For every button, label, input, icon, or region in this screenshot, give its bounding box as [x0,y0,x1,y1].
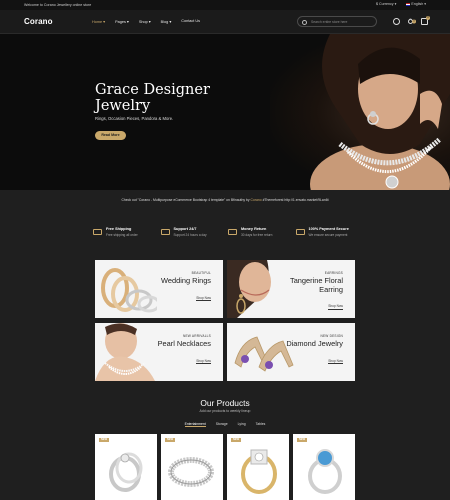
products-section-title: Our Products [200,398,250,408]
support-icon [160,229,170,235]
feature-subtitle: We ensure secure payment [308,233,348,237]
hero-subtitle: Rings, Occasion Pieces, Pandora & More. [95,116,174,121]
nav-item-shop[interactable]: Shop ▾ [139,19,151,24]
features-row: Free Shipping Free shipping all order Su… [90,226,360,246]
shop-now-link[interactable]: Shop Now [196,296,211,302]
user-icon[interactable] [393,18,400,25]
product-card[interactable]: NEW [95,434,157,500]
wishlist-count: 0 [412,19,417,24]
product-image [308,449,342,494]
search-placeholder: Search entire store here [311,20,348,24]
products-section-subtitle: Add our products to weekly lineup [199,409,251,413]
logo[interactable]: Corano [24,17,53,26]
tab-lying[interactable]: Lying [238,422,246,427]
credit-card-icon [295,229,305,235]
product-image [109,452,143,492]
banner-floral-earring[interactable]: EARRINGS Tangerine Floral Earring Shop N… [227,260,355,318]
product-card[interactable]: NEW [227,434,289,500]
nav-item-pages[interactable]: Pages ▾ [115,19,129,24]
header-icons: 0 0 [393,16,430,26]
banner-diamond-jewelry[interactable]: NEW DESIGN Diamond Jewelry Shop Now [227,323,355,381]
top-bar-controls: $ Currency ▾ English ▾ [376,2,426,6]
banner-wedding-rings[interactable]: BEAUTIFUL Wedding Rings Shop Now [95,260,223,318]
nav-item-contact[interactable]: Contact Us [181,19,200,24]
language-selector[interactable]: English ▾ [406,2,426,6]
product-card[interactable]: NEW [293,434,355,500]
new-badge: NEW [165,438,175,442]
truck-icon [93,229,102,235]
banner-eyebrow: NEW DESIGN [320,334,343,338]
banner-eyebrow: NEW ARRIVALLS [182,334,211,338]
tab-storage[interactable]: Storage [216,422,228,427]
banner-title: Tangerine Floral Earring [290,276,343,294]
hero-title: Grace Designer Jewelry [95,82,210,114]
product-tabs: Entertainment Storage Lying Tables [0,422,450,427]
read-more-button[interactable]: Read More [95,131,126,140]
product-image [168,457,214,487]
tab-tables[interactable]: Tables [256,422,266,427]
wishlist-icon[interactable]: 0 [406,17,417,26]
top-bar: Welcome to Corano Jewellery online store… [0,0,450,10]
feature-money-return: Money Return 30 days for free return [225,226,293,246]
feature-support: Support 24/7 Support 24 hours a day [158,226,226,246]
banner-title: Wedding Rings [161,276,211,285]
feature-title: Free Shipping [106,227,132,231]
language-label: English ▾ [411,2,426,6]
notice-suffix[interactable]: #Themeforest http://1.envato.market/9Lan… [262,198,329,202]
product-image [241,449,277,494]
feature-title: 100% Payment Secure [308,227,349,231]
notice-prefix: Check out "Corano - Multipurpose eCommer… [121,198,251,202]
feature-title: Support 24/7 [173,227,197,231]
feature-title: Money Return [241,227,267,231]
banner-eyebrow: BEAUTIFUL [191,271,211,275]
banner-title: Pearl Necklaces [157,339,211,348]
feature-secure-payment: 100% Payment Secure We ensure secure pay… [293,226,361,246]
money-icon [228,229,237,235]
cart-icon[interactable]: 0 [421,16,430,25]
new-badge: NEW [231,438,241,442]
cart-count: 0 [426,16,430,20]
new-badge: NEW [99,438,109,442]
shop-now-link[interactable]: Shop Now [196,359,211,365]
site-header: Corano Home ▾ Pages ▾ Shop ▾ Blog ▾ Cont… [0,10,450,34]
banner-title: Diamond Jewelry [286,339,343,348]
feature-subtitle: Free shipping all order [106,233,138,237]
tab-entertainment[interactable]: Entertainment [184,422,206,427]
shop-now-link[interactable]: Shop Now [328,304,343,310]
hero-model-illustration [310,34,450,190]
banner-eyebrow: EARRINGS [324,271,343,275]
search-input[interactable]: Search entire store here [297,16,377,27]
notice-author-link[interactable]: Corano [251,198,262,202]
flag-icon [406,2,411,6]
hero-banner: Grace Designer Jewelry Rings, Occasion P… [0,34,450,190]
welcome-text: Welcome to Corano Jewellery online store [24,3,92,7]
main-nav: Home ▾ Pages ▾ Shop ▾ Blog ▾ Contact Us [92,19,200,24]
product-card[interactable]: NEW [161,434,223,500]
currency-selector[interactable]: $ Currency ▾ [376,2,396,6]
nav-item-home[interactable]: Home ▾ [92,19,105,24]
new-badge: NEW [297,438,307,442]
feature-free-shipping: Free Shipping Free shipping all order [90,226,158,246]
search-icon [302,19,307,25]
nav-item-blog[interactable]: Blog ▾ [161,19,172,24]
feature-subtitle: 30 days for free return [241,233,273,237]
feature-subtitle: Support 24 hours a day [173,233,207,237]
shop-now-link[interactable]: Shop Now [328,359,343,365]
banner-pearl-necklaces[interactable]: NEW ARRIVALLS Pearl Necklaces Shop Now [95,323,223,381]
promo-notice: Check out "Corano - Multipurpose eCommer… [0,190,450,210]
hero-model-image [270,34,450,190]
